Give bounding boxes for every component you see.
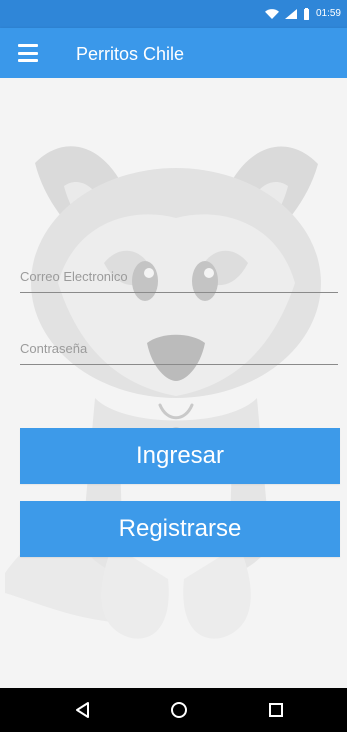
status-time: 01:59 <box>315 8 341 19</box>
status-bar: 01:59 <box>0 0 347 28</box>
email-input[interactable] <box>20 262 338 290</box>
recent-square-icon[interactable] <box>264 698 288 722</box>
password-input[interactable] <box>20 334 338 362</box>
menu-line-bottom <box>18 59 38 62</box>
menu-icon[interactable] <box>18 44 38 62</box>
dog-background-image <box>5 146 321 639</box>
email-field[interactable] <box>20 262 338 293</box>
status-icons: 01:59 <box>264 7 341 21</box>
app-bar: Perritos Chile <box>0 28 347 78</box>
register-button[interactable]: Registrarse <box>20 501 340 557</box>
login-content: Ingresar Registrarse <box>0 78 347 688</box>
battery-icon <box>303 8 310 20</box>
app-title: Perritos Chile <box>76 44 185 64</box>
login-button[interactable]: Ingresar <box>20 428 340 484</box>
menu-line-top <box>18 44 38 47</box>
back-triangle-icon[interactable] <box>71 698 95 722</box>
login-screen: 01:59 Perritos Chile Correo Electronico … <box>0 0 347 732</box>
password-field[interactable] <box>20 334 338 365</box>
signal-icon <box>284 9 297 19</box>
wifi-icon <box>264 9 279 19</box>
android-navigation-bar <box>0 688 347 732</box>
home-circle-icon[interactable] <box>167 698 191 722</box>
menu-line-middle <box>18 51 38 55</box>
